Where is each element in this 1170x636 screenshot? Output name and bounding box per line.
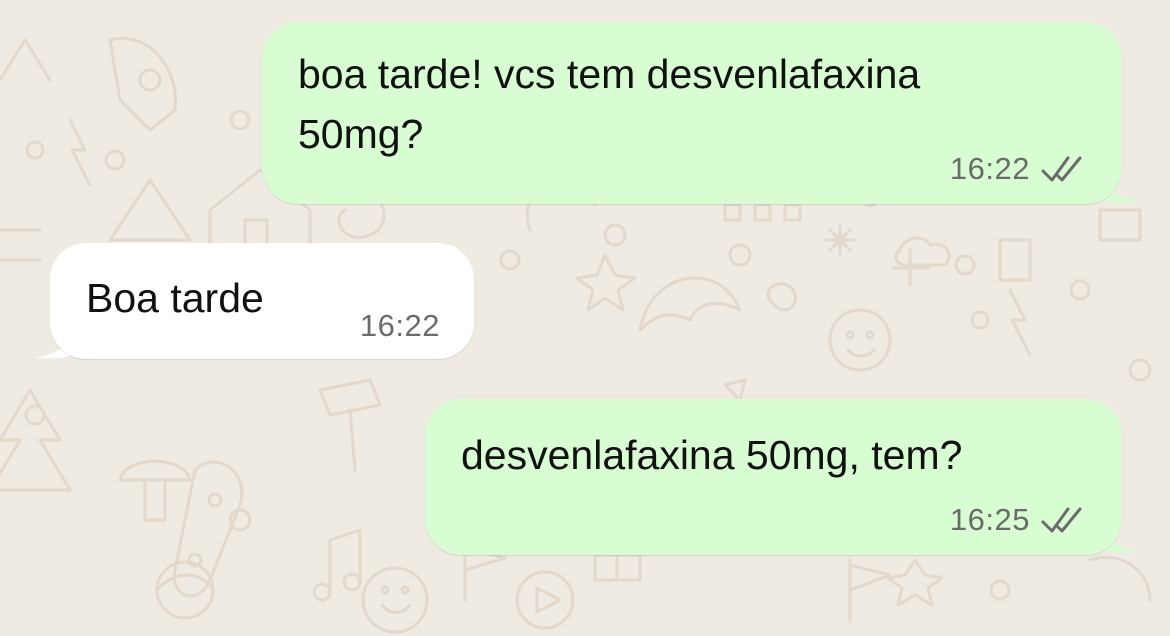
message-text-line: desvenlafaxina 50mg, tem? (461, 432, 963, 478)
message-meta: 16:22 (360, 309, 440, 343)
message-text: boa tarde! vcs tem desvenlafaxina 50mg? (298, 44, 920, 164)
double-check-icon (1041, 156, 1082, 182)
message-time: 16:22 (359, 308, 440, 343)
message-time: 16:25 (949, 502, 1030, 537)
message-time: 16:22 (949, 151, 1030, 186)
message-text: Boa tarde (86, 268, 264, 328)
message-bubble-outgoing[interactable]: desvenlafaxina 50mg, tem? 16:25 (425, 399, 1122, 555)
message-meta: 16:22 (950, 152, 1088, 186)
message-text-line: boa tarde! vcs tem desvenlafaxina (298, 51, 921, 97)
message-text-line: Boa tarde (86, 275, 264, 321)
message-bubble-outgoing[interactable]: boa tarde! vcs tem desvenlafaxina 50mg? … (262, 22, 1122, 204)
double-check-icon (1041, 507, 1082, 533)
message-text-line: 50mg? (298, 111, 424, 157)
message-bubble-incoming[interactable]: Boa tarde 16:22 (50, 243, 474, 359)
message-meta: 16:25 (950, 503, 1088, 537)
message-text: desvenlafaxina 50mg, tem? (461, 425, 962, 485)
